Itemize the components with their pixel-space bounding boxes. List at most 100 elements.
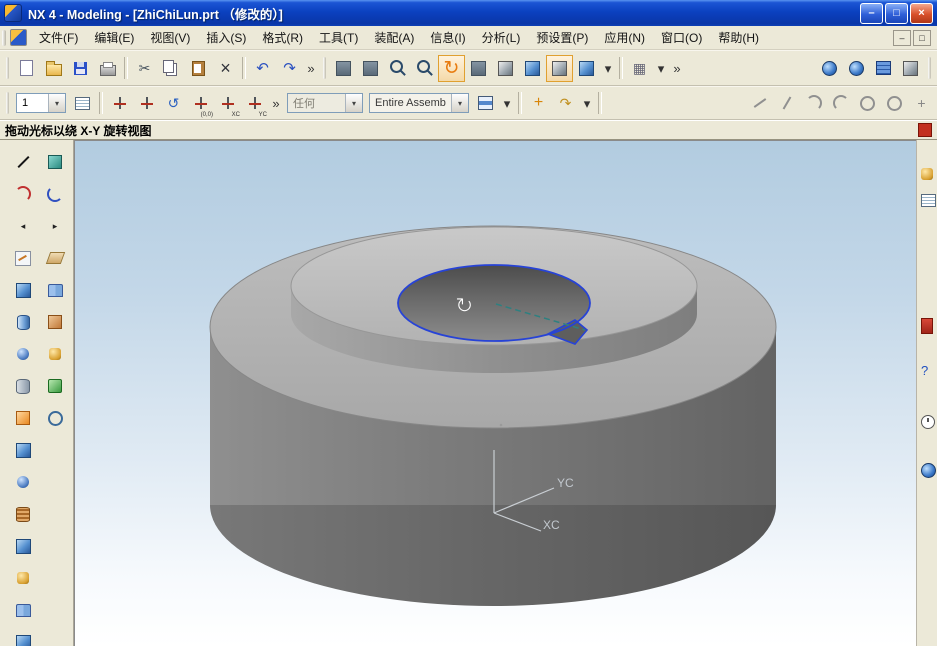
circle-tool-button[interactable] (854, 90, 881, 117)
instance-button[interactable] (41, 404, 69, 432)
viewport-3d-scene[interactable]: ↻ YC XC (75, 141, 915, 646)
close-button[interactable]: × (910, 3, 933, 24)
quick-pick-button[interactable]: ↷ (552, 90, 579, 117)
roles-icon[interactable] (917, 314, 937, 338)
selection-filter-dropdown-icon[interactable]: ▾ (345, 94, 362, 112)
paste-button[interactable] (185, 55, 212, 82)
edit-object-display-button[interactable]: ▦ (626, 55, 653, 82)
assembly-navigator-icon[interactable] (917, 162, 937, 186)
sketch-button[interactable] (9, 244, 37, 272)
menu-view[interactable]: 视图(V) (142, 26, 198, 49)
datum-plane-button[interactable] (41, 244, 69, 272)
wcs-orient-button[interactable]: XC (214, 90, 241, 117)
wcs-dynamics-button[interactable]: (0,0) (187, 90, 214, 117)
three-point-arc-button[interactable] (827, 90, 854, 117)
part-navigator-icon[interactable] (917, 188, 937, 212)
mdi-minimize-button[interactable]: – (893, 30, 911, 46)
document-icon[interactable] (10, 29, 27, 46)
selection-mode-dropdown[interactable]: ▾ (579, 90, 595, 117)
menu-assemblies[interactable]: 装配(A) (366, 26, 422, 49)
layer-settings-button[interactable] (472, 90, 499, 117)
selection-scope-dropdown-icon[interactable]: ▾ (451, 94, 468, 112)
graphics-window[interactable]: ↻ YC XC (74, 140, 916, 646)
draft-button[interactable] (9, 564, 37, 592)
pan-button[interactable] (465, 55, 492, 82)
redo-button[interactable]: ↷ (276, 55, 303, 82)
mdi-restore-button[interactable]: □ (913, 30, 931, 46)
copy-button[interactable] (158, 55, 185, 82)
pocket-button[interactable] (9, 372, 37, 400)
history-icon[interactable] (917, 410, 937, 434)
revolve-button[interactable] (41, 276, 69, 304)
profile-button[interactable] (41, 148, 69, 176)
layer-stack-button[interactable] (870, 55, 897, 82)
save-button[interactable] (67, 55, 94, 82)
datum-axis-button[interactable] (133, 90, 160, 117)
point-tool-button[interactable]: + (908, 90, 935, 117)
part-gear-blank[interactable] (210, 226, 776, 606)
selection-filter-combo[interactable]: 任何 ▾ (287, 93, 363, 113)
menu-window[interactable]: 窗口(O) (653, 26, 710, 49)
ellipse-tool-button[interactable] (881, 90, 908, 117)
line-button[interactable] (9, 148, 37, 176)
shell-button[interactable] (9, 532, 37, 560)
datum-csys-button[interactable]: YC (241, 90, 268, 117)
work-layer-combo[interactable]: 1 ▾ (16, 93, 66, 113)
maximize-button[interactable]: □ (885, 3, 908, 24)
visualization-dropdown[interactable]: ▾ (653, 55, 669, 82)
collapse-toolbar-button[interactable]: ◂ (9, 212, 37, 240)
menu-help[interactable]: 帮助(H) (710, 26, 767, 49)
boss-button[interactable] (41, 340, 69, 368)
zoom-in-button[interactable] (411, 55, 438, 82)
perspective-button[interactable] (492, 55, 519, 82)
delete-button[interactable]: × (212, 55, 239, 82)
menu-format[interactable]: 格式(R) (254, 26, 311, 49)
pad-button[interactable] (41, 372, 69, 400)
zoom-button[interactable] (384, 55, 411, 82)
toolbar-overflow3-button[interactable]: » (268, 90, 284, 117)
groove-button[interactable] (9, 404, 37, 432)
menu-application[interactable]: 应用(N) (596, 26, 653, 49)
cylinder-button[interactable] (9, 308, 37, 336)
zoom-window-button[interactable] (357, 55, 384, 82)
subtract-button[interactable] (9, 468, 37, 496)
internet-icon[interactable] (917, 458, 937, 482)
line-tool-button[interactable] (746, 90, 773, 117)
spreadsheet-button[interactable] (69, 90, 96, 117)
print-button[interactable] (94, 55, 121, 82)
internet-browser-button[interactable] (816, 55, 843, 82)
expand-toolbar-button[interactable]: ▸ (41, 212, 69, 240)
export-button[interactable] (897, 55, 924, 82)
arc-button[interactable] (9, 180, 37, 208)
help-icon[interactable]: ? (917, 358, 937, 382)
undo-button[interactable]: ↶ (249, 55, 276, 82)
work-layer-dropdown-icon[interactable]: ▾ (48, 94, 65, 112)
arc-tool-button[interactable] (800, 90, 827, 117)
menu-tools[interactable]: 工具(T) (311, 26, 366, 49)
wireframe-view-button[interactable] (546, 55, 573, 82)
menu-edit[interactable]: 编辑(E) (86, 26, 142, 49)
display-mode-dropdown[interactable]: ▾ (600, 55, 616, 82)
toolbar-overflow2-button[interactable]: » (669, 55, 685, 82)
hole-button[interactable] (9, 340, 37, 368)
stop-icon[interactable] (918, 123, 932, 137)
minimize-button[interactable]: – (860, 3, 883, 24)
menu-preferences[interactable]: 预设置(P) (528, 26, 596, 49)
spline-button[interactable] (41, 180, 69, 208)
display-mode-button[interactable] (573, 55, 600, 82)
menu-insert[interactable]: 插入(S) (198, 26, 254, 49)
rotate-wcs-button[interactable]: ↺ (160, 90, 187, 117)
snap-point-button[interactable]: + (525, 90, 552, 117)
rotate-view-button[interactable]: ↻ (438, 55, 465, 82)
open-button[interactable] (40, 55, 67, 82)
unite-button[interactable] (9, 436, 37, 464)
chamfer-button[interactable] (9, 628, 37, 646)
new-button[interactable] (13, 55, 40, 82)
block-button[interactable] (41, 308, 69, 336)
thread-button[interactable] (9, 500, 37, 528)
cut-button[interactable]: ✂ (131, 55, 158, 82)
toolbar-overflow-button[interactable]: » (303, 55, 319, 82)
menu-file[interactable]: 文件(F) (31, 26, 86, 49)
inferred-line-button[interactable] (773, 90, 800, 117)
menu-information[interactable]: 信息(I) (422, 26, 473, 49)
